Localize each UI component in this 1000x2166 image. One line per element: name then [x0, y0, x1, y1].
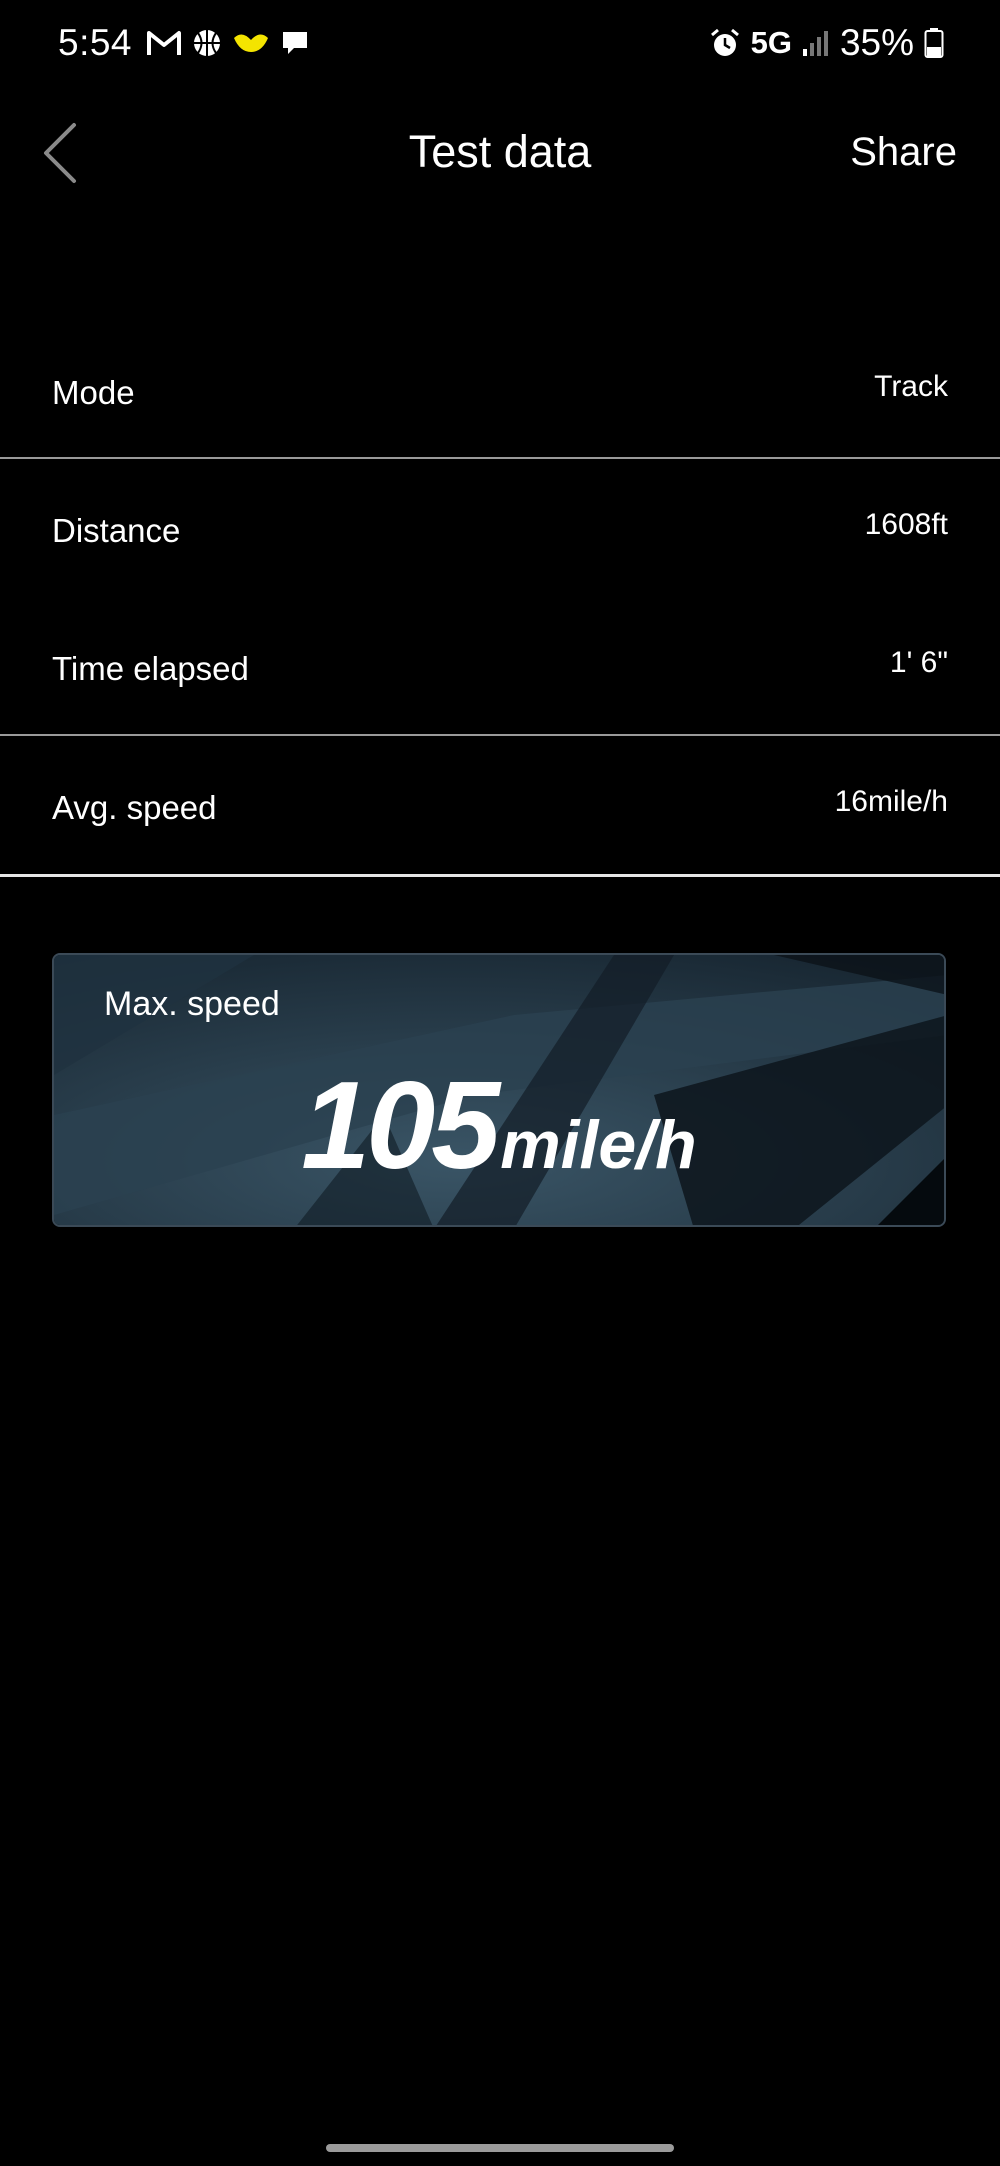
max-speed-number: 105	[301, 1057, 500, 1195]
status-bar: 5:54 5G 35%	[0, 0, 1000, 90]
notification-icons	[146, 28, 310, 58]
row-value: 1' 6"	[889, 646, 948, 679]
row-time-elapsed: Time elapsed 1' 6"	[0, 606, 1000, 736]
network-type: 5G	[750, 25, 792, 60]
max-speed-label: Max. speed	[104, 985, 280, 1023]
row-avg-speed: Avg. speed 16mile/h	[0, 745, 1000, 875]
battery-icon	[924, 28, 944, 58]
heart-band-icon	[234, 34, 268, 52]
gmail-icon	[147, 31, 181, 55]
divider	[0, 734, 1000, 736]
alarm-icon	[710, 28, 739, 56]
divider	[0, 874, 1000, 877]
row-label: Mode	[52, 374, 135, 411]
row-label: Avg. speed	[52, 789, 217, 826]
chat-icon	[283, 32, 307, 54]
row-distance: Distance 1608ft	[0, 468, 1000, 598]
max-speed-card: Max. speed 105mile/h	[52, 953, 946, 1227]
system-icons: 5G 35%	[709, 22, 944, 64]
row-value: 16mile/h	[834, 785, 948, 818]
row-label: Distance	[52, 512, 181, 549]
share-button[interactable]: Share	[850, 130, 957, 175]
signal-icon	[802, 31, 828, 56]
divider	[0, 457, 1000, 459]
row-value: Track	[874, 370, 948, 403]
app-header: Test data Share	[0, 100, 1000, 210]
battery-percent: 35%	[839, 22, 914, 63]
max-speed-unit: mile/h	[500, 1107, 697, 1183]
status-time: 5:54	[58, 22, 133, 63]
row-label: Time elapsed	[52, 650, 249, 687]
row-mode: Mode Track	[0, 330, 1000, 460]
basketball-icon	[194, 30, 220, 56]
row-value: 1608ft	[864, 508, 948, 541]
max-speed-value: 105mile/h	[54, 1055, 944, 1197]
home-indicator[interactable]	[326, 2144, 674, 2152]
